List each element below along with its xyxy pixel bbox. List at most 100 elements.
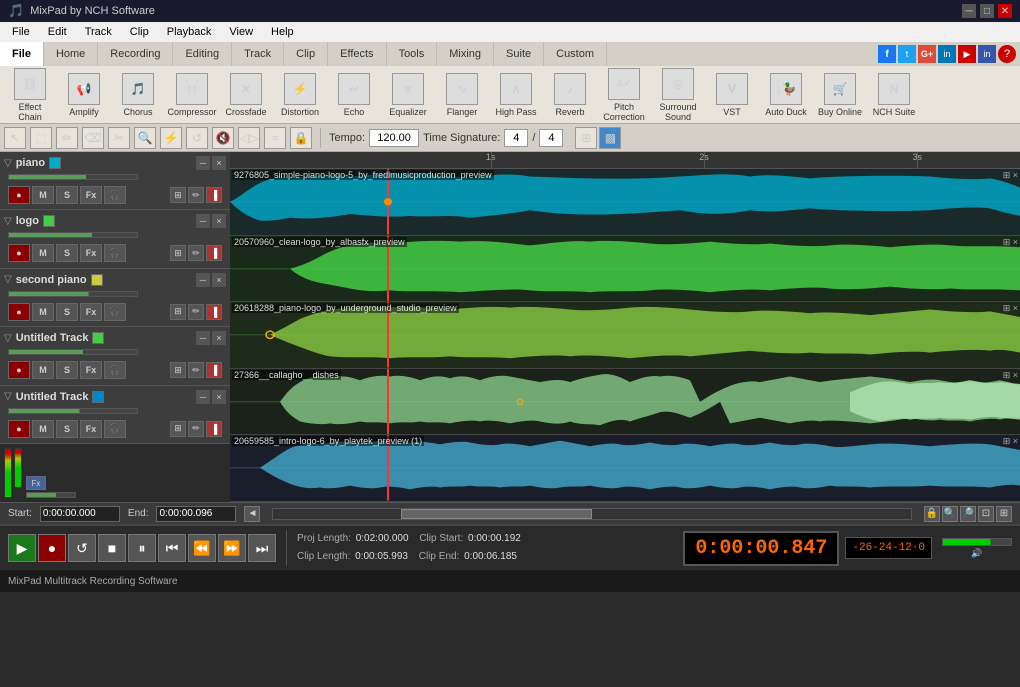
track-piano-solo[interactable]: S <box>56 186 78 204</box>
vst-btn[interactable]: V VST <box>706 71 758 119</box>
track-piano-icon1[interactable]: ⊞ <box>170 187 186 203</box>
track-untitled1-icon2[interactable]: ✏ <box>188 362 204 378</box>
chorus-btn[interactable]: 🎵 Chorus <box>112 71 164 119</box>
track-logo-headphones[interactable]: 🎧 <box>104 244 126 262</box>
maximize-button[interactable]: □ <box>980 4 994 18</box>
menu-view[interactable]: View <box>221 24 261 40</box>
time-sig-den[interactable] <box>539 129 563 147</box>
track-second-piano-settings[interactable]: × <box>212 273 226 287</box>
track-logo-icon1[interactable]: ⊞ <box>170 245 186 261</box>
minimize-button[interactable]: ─ <box>962 4 976 18</box>
tool-split[interactable]: ⚡ <box>160 127 182 149</box>
track-second-piano-fx[interactable]: Fx <box>80 303 102 321</box>
track-untitled1-mute[interactable]: M <box>32 361 54 379</box>
track-second-piano-volume[interactable] <box>8 291 138 297</box>
equalizer-btn[interactable]: ≡ Equalizer <box>382 71 434 119</box>
track-chevron-untitled1[interactable]: ▽ <box>4 333 12 344</box>
track-untitled2-solo[interactable]: S <box>56 420 78 438</box>
start-input[interactable] <box>40 506 120 522</box>
tool-cut[interactable]: ✂ <box>108 127 130 149</box>
tab-clip[interactable]: Clip <box>284 42 328 66</box>
track-untitled2-collapse[interactable]: ─ <box>196 390 210 404</box>
track-untitled1-rec[interactable]: ● <box>8 361 30 379</box>
timeline-scrollbar[interactable] <box>272 508 912 520</box>
track-untitled2-fx[interactable]: Fx <box>80 420 102 438</box>
effect-chain-btn[interactable]: ⛓ Effect Chain <box>4 66 56 124</box>
auto-duck-btn[interactable]: ↓🦆 Auto Duck <box>760 71 812 119</box>
track-logo-volume[interactable] <box>8 232 138 238</box>
track-untitled2-rec[interactable]: ● <box>8 420 30 438</box>
track-logo-mute[interactable]: M <box>32 244 54 262</box>
tab-mixing[interactable]: Mixing <box>437 42 494 66</box>
social-other[interactable]: in <box>978 45 996 63</box>
menu-help[interactable]: Help <box>263 24 302 40</box>
master-fx[interactable]: Fx <box>26 476 46 490</box>
reverb-btn[interactable]: ♪ Reverb <box>544 71 596 119</box>
track-untitled1-icon1[interactable]: ⊞ <box>170 362 186 378</box>
flanger-btn[interactable]: ∿ Flanger <box>436 71 488 119</box>
track-piano-headphones[interactable]: 🎧 <box>104 186 126 204</box>
grid-btn[interactable]: ⊞ <box>996 506 1012 522</box>
track-piano-mute[interactable]: M <box>32 186 54 204</box>
track-untitled2-mute[interactable]: M <box>32 420 54 438</box>
nch-suite-btn[interactable]: N NCH Suite <box>868 71 920 119</box>
rewind-button[interactable]: ⏮ <box>158 534 186 562</box>
time-ruler[interactable]: 1s 2s 3s <box>230 152 1020 169</box>
stop-button[interactable]: ■ <box>98 534 126 562</box>
track-piano-collapse[interactable]: ─ <box>196 156 210 170</box>
social-linkedin[interactable]: in <box>938 45 956 63</box>
track-piano-volume[interactable] <box>8 174 138 180</box>
amplify-btn[interactable]: 📢 Amplify <box>58 71 110 119</box>
tab-effects[interactable]: Effects <box>328 42 386 66</box>
track-logo-rec[interactable]: ● <box>8 244 30 262</box>
scrollbar-thumb[interactable] <box>401 509 592 519</box>
menu-track[interactable]: Track <box>77 24 120 40</box>
track-untitled1-settings[interactable]: × <box>212 331 226 345</box>
track-piano-settings[interactable]: × <box>212 156 226 170</box>
track-second-piano-icon2[interactable]: ✏ <box>188 304 204 320</box>
tempo-input[interactable] <box>369 129 419 147</box>
track-chevron-second-piano[interactable]: ▽ <box>4 274 12 285</box>
track-chevron-piano[interactable]: ▽ <box>4 158 12 169</box>
surround-sound-btn[interactable]: ◎ Surround Sound <box>652 66 704 124</box>
master-volume[interactable] <box>26 492 76 498</box>
track-untitled2-icon2[interactable]: ✏ <box>188 421 204 437</box>
tool-select[interactable]: ⬚ <box>30 127 52 149</box>
tool-zoom[interactable]: 🔍 <box>134 127 156 149</box>
zoom-lock-btn[interactable]: 🔒 <box>924 506 940 522</box>
track-untitled1-volume[interactable] <box>8 349 138 355</box>
track-untitled2-headphones[interactable]: 🎧 <box>104 420 126 438</box>
close-button[interactable]: ✕ <box>998 4 1012 18</box>
track-untitled2-volume[interactable] <box>8 408 138 414</box>
tab-recording[interactable]: Recording <box>98 42 173 66</box>
zoom-out-btn[interactable]: 🔎 <box>960 506 976 522</box>
social-fb[interactable]: f <box>878 45 896 63</box>
track-chevron-untitled2[interactable]: ▽ <box>4 391 12 402</box>
track-logo-fx[interactable]: Fx <box>80 244 102 262</box>
tab-tools[interactable]: Tools <box>387 42 438 66</box>
buy-online-btn[interactable]: 🛒 Buy Online <box>814 71 866 119</box>
menu-playback[interactable]: Playback <box>159 24 220 40</box>
tab-track[interactable]: Track <box>232 42 284 66</box>
social-twitter[interactable]: t <box>898 45 916 63</box>
tool-extra2[interactable]: ▩ <box>599 127 621 149</box>
track-untitled1-fx[interactable]: Fx <box>80 361 102 379</box>
back-button[interactable]: ⏪ <box>188 534 216 562</box>
play-button[interactable]: ▶ <box>8 534 36 562</box>
zoom-fit-btn[interactable]: ⊡ <box>978 506 994 522</box>
tool-mute[interactable]: 🔇 <box>212 127 234 149</box>
track-piano-icon2[interactable]: ✏ <box>188 187 204 203</box>
tab-suite[interactable]: Suite <box>494 42 544 66</box>
tab-editing[interactable]: Editing <box>173 42 232 66</box>
track-second-piano-collapse[interactable]: ─ <box>196 273 210 287</box>
track-second-piano-solo[interactable]: S <box>56 303 78 321</box>
tab-home[interactable]: Home <box>44 42 98 66</box>
track-untitled2-settings[interactable]: × <box>212 390 226 404</box>
menu-edit[interactable]: Edit <box>40 24 75 40</box>
track-untitled2-icon1[interactable]: ⊞ <box>170 421 186 437</box>
goto-start-btn[interactable]: ◄ <box>244 506 260 522</box>
track-second-piano-icon1[interactable]: ⊞ <box>170 304 186 320</box>
social-youtube[interactable]: ▶ <box>958 45 976 63</box>
echo-btn[interactable]: ↩ Echo <box>328 71 380 119</box>
record-button[interactable]: ● <box>38 534 66 562</box>
